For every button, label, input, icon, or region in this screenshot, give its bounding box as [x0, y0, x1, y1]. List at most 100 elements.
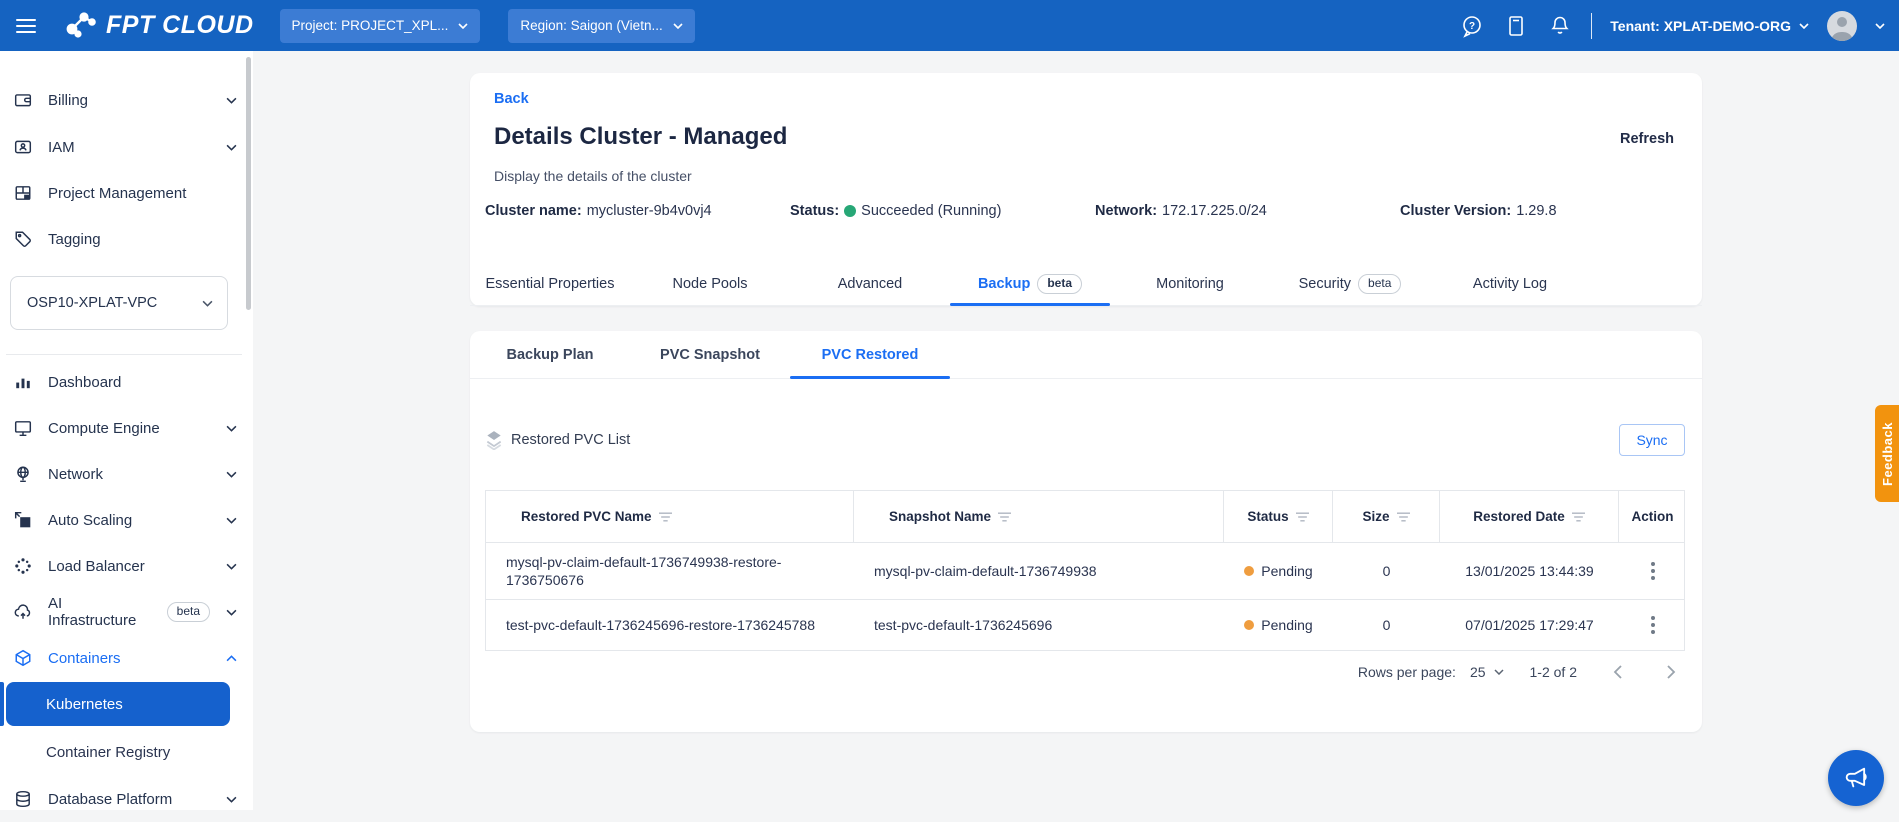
- column-header-restored-date[interactable]: Restored Date: [1440, 491, 1619, 542]
- sidebar-item-billing[interactable]: Billing: [0, 77, 253, 123]
- status-cell: Pending: [1224, 543, 1333, 599]
- next-page-icon[interactable]: [1657, 658, 1685, 686]
- announcement-fab[interactable]: [1828, 750, 1884, 806]
- chevron-down-icon: [1494, 669, 1504, 675]
- restored-pvc-name-cell: mysql-pv-claim-default-1736749938-restor…: [486, 543, 854, 599]
- project-dropdown[interactable]: Project: PROJECT_XPL...: [280, 9, 481, 43]
- sidebar-item-containers[interactable]: Containers: [0, 635, 253, 681]
- cluster-info-row: Cluster name: mycluster-9b4v0vj4 Status:…: [485, 203, 1705, 219]
- column-header-snapshot-name[interactable]: Snapshot Name: [854, 491, 1224, 542]
- sidebar-item-label: Billing: [48, 92, 210, 109]
- tenant-dropdown[interactable]: Tenant: XPLAT-DEMO-ORG: [1610, 18, 1809, 34]
- sidebar-item-label: Dashboard: [48, 374, 237, 391]
- chevron-up-icon: [226, 655, 237, 662]
- rows-per-page-select[interactable]: 25: [1470, 664, 1504, 680]
- table-row: test-pvc-default-1736245696-restore-1736…: [486, 599, 1684, 650]
- avatar[interactable]: [1827, 11, 1857, 41]
- sidebar-item-project-management[interactable]: Project Management: [0, 170, 253, 216]
- sidebar-item-load-balancer[interactable]: Load Balancer: [0, 543, 253, 589]
- sidebar-item-tagging[interactable]: Tagging: [0, 216, 253, 262]
- subtab-pvc-restored[interactable]: PVC Restored: [790, 331, 950, 378]
- sidebar-item-network[interactable]: Network: [0, 451, 253, 497]
- cluster-version-field: Cluster Version: 1.29.8: [1400, 203, 1705, 219]
- sidebar-item-auto-scaling[interactable]: Auto Scaling: [0, 497, 253, 543]
- tab-essential-properties[interactable]: Essential Properties: [470, 262, 630, 305]
- status-success-dot: [844, 205, 856, 217]
- bar-chart-icon: [14, 373, 32, 391]
- monitor-icon: [14, 419, 32, 437]
- sidebar-item-iam[interactable]: IAM: [0, 124, 253, 170]
- pagination-range: 1-2 of 2: [1530, 664, 1577, 680]
- chevron-down-icon: [226, 796, 237, 803]
- subtab-backup-plan[interactable]: Backup Plan: [470, 331, 630, 378]
- globe-icon: [14, 465, 32, 483]
- sidebar-item-database-platform[interactable]: Database Platform: [0, 776, 253, 822]
- chevron-down-icon[interactable]: [1875, 23, 1885, 29]
- topbar-actions: ? Tenant: XPLAT-DEMO-ORG: [1459, 0, 1885, 51]
- tenant-label: Tenant: XPLAT-DEMO-ORG: [1610, 18, 1791, 34]
- tab-security[interactable]: Security beta: [1270, 262, 1430, 305]
- notification-bell-icon[interactable]: [1547, 13, 1573, 39]
- vpc-selector-value: OSP10-XPLAT-VPC: [27, 295, 157, 311]
- sidebar-item-dashboard[interactable]: Dashboard: [0, 359, 253, 405]
- action-cell: [1619, 543, 1686, 599]
- tab-activity-log[interactable]: Activity Log: [1430, 262, 1590, 305]
- status-pending-dot: [1244, 620, 1254, 630]
- subtab-label: Backup Plan: [506, 347, 593, 363]
- sidebar-item-label: Containers: [48, 650, 210, 667]
- sidebar-item-compute-engine[interactable]: Compute Engine: [0, 405, 253, 451]
- network-field: Network: 172.17.225.0/24: [1095, 203, 1400, 219]
- cluster-tabs: Essential Properties Node Pools Advanced…: [470, 262, 1702, 306]
- page-title: Details Cluster - Managed: [494, 123, 787, 151]
- subtab-pvc-snapshot[interactable]: PVC Snapshot: [630, 331, 790, 378]
- feedback-label: Feedback: [1880, 422, 1895, 486]
- feedback-tab[interactable]: Feedback: [1875, 405, 1899, 502]
- megaphone-icon: [1842, 764, 1870, 792]
- sync-button[interactable]: Sync: [1619, 424, 1685, 456]
- list-title-text: Restored PVC List: [511, 432, 630, 448]
- sidebar-item-label: Tagging: [48, 231, 237, 248]
- sidebar-item-label: Container Registry: [46, 744, 170, 761]
- previous-page-icon[interactable]: [1603, 658, 1631, 686]
- logo-text: FPT CLOUD: [106, 11, 254, 40]
- region-dropdown[interactable]: Region: Saigon (Vietn...: [508, 9, 694, 43]
- pagination: Rows per page: 25 1-2 of 2: [485, 654, 1685, 690]
- cluster-details-card: Back Refresh Details Cluster - Managed D…: [470, 73, 1702, 306]
- subtab-label: PVC Restored: [822, 347, 919, 363]
- chevron-down-icon: [226, 471, 237, 478]
- tab-monitoring[interactable]: Monitoring: [1110, 262, 1270, 305]
- snapshot-name-cell: test-pvc-default-1736245696: [854, 600, 1224, 650]
- vpc-selector[interactable]: OSP10-XPLAT-VPC: [10, 276, 228, 330]
- column-header-restored-pvc-name[interactable]: Restored PVC Name: [486, 491, 854, 542]
- beta-badge: beta: [1037, 274, 1082, 294]
- selected-item-accent-bar: [0, 682, 4, 726]
- column-header-size[interactable]: Size: [1333, 491, 1440, 542]
- column-header-status[interactable]: Status: [1224, 491, 1333, 542]
- beta-badge: beta: [1358, 274, 1401, 294]
- tab-backup[interactable]: Backup beta: [950, 262, 1110, 305]
- refresh-button[interactable]: Refresh: [1620, 131, 1674, 147]
- filter-sort-icon: [659, 512, 672, 522]
- restored-pvc-list-title: Restored PVC List: [485, 430, 630, 450]
- sidebar-item-label: AI Infrastructure: [48, 595, 151, 629]
- row-actions-menu-icon[interactable]: [1647, 612, 1659, 638]
- back-link[interactable]: Back: [494, 91, 529, 107]
- column-header-action: Action: [1619, 491, 1686, 542]
- docs-book-icon[interactable]: [1503, 13, 1529, 39]
- sidebar-item-container-registry[interactable]: Container Registry: [6, 730, 230, 774]
- help-chat-icon[interactable]: ?: [1459, 13, 1485, 39]
- sidebar-item-kubernetes[interactable]: Kubernetes: [6, 682, 230, 726]
- row-actions-menu-icon[interactable]: [1647, 558, 1659, 584]
- topbar-divider: [1591, 13, 1592, 39]
- action-cell: [1619, 600, 1686, 650]
- tab-advanced[interactable]: Advanced: [790, 262, 950, 305]
- status-text: Pending: [1261, 562, 1312, 580]
- tab-node-pools[interactable]: Node Pools: [630, 262, 790, 305]
- tab-label: Node Pools: [673, 276, 748, 292]
- sidebar-item-label: Load Balancer: [48, 558, 210, 575]
- menu-icon[interactable]: [0, 0, 52, 51]
- table-header-row: Restored PVC Name Snapshot Name Status S…: [486, 491, 1684, 542]
- sidebar-item-ai-infrastructure[interactable]: AI Infrastructure beta: [0, 589, 253, 635]
- cluster-name-value: mycluster-9b4v0vj4: [587, 203, 712, 219]
- restored-pvc-table: Restored PVC Name Snapshot Name Status S…: [485, 490, 1685, 651]
